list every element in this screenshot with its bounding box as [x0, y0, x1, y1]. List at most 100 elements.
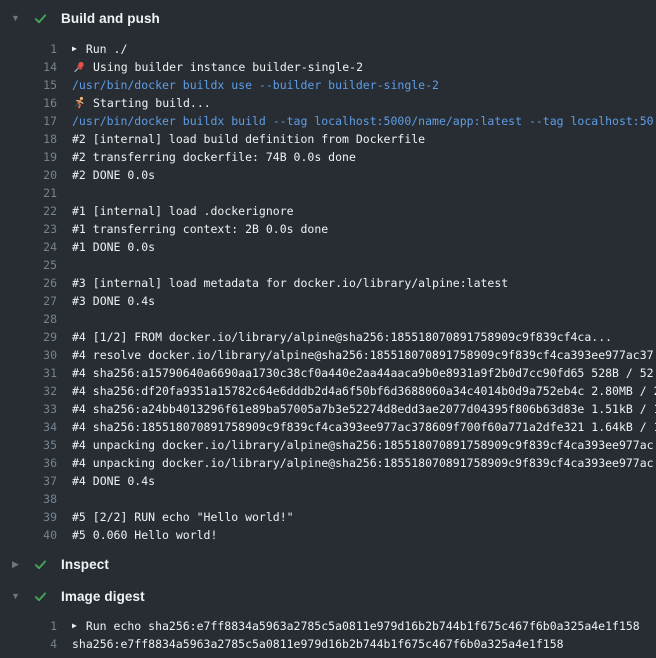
log-line: 23 #1 transferring context: 2B 0.0s done	[0, 220, 656, 238]
line-number[interactable]: 19	[0, 148, 57, 166]
line-number[interactable]: 20	[0, 166, 57, 184]
line-text: ▶ Run ./	[72, 40, 656, 58]
line-number[interactable]: 18	[0, 130, 57, 148]
line-text: #1 transferring context: 2B 0.0s done	[72, 220, 656, 238]
line-number[interactable]: 28	[0, 310, 57, 328]
line-number[interactable]: 32	[0, 382, 57, 400]
line-number[interactable]: 35	[0, 436, 57, 454]
log-line: 26 #3 [internal] load metadata for docker…	[0, 274, 656, 292]
line-text-content: #1 [internal] load .dockerignore	[72, 202, 294, 220]
log-line: 36 #4 unpacking docker.io/library/alpine@…	[0, 454, 656, 472]
line-number[interactable]: 39	[0, 508, 57, 526]
line-number[interactable]: 33	[0, 400, 57, 418]
section-header-inspect[interactable]: ▶Inspect	[0, 548, 656, 580]
line-number[interactable]: 24	[0, 238, 57, 256]
line-text-content: #3 [internal] load metadata for docker.i…	[72, 274, 508, 292]
line-number[interactable]: 1	[0, 40, 57, 58]
line-text-content: Run ./	[86, 40, 128, 58]
line-text-content: #4 unpacking docker.io/library/alpine@sh…	[72, 454, 654, 472]
line-text: #4 resolve docker.io/library/alpine@sha2…	[72, 346, 656, 364]
line-text	[72, 184, 656, 202]
line-number[interactable]: 37	[0, 472, 57, 490]
chevron-down-icon[interactable]: ▼	[8, 592, 23, 601]
line-text: #4 sha256:a24bb4013296f61e89ba57005a7b3e…	[72, 400, 656, 418]
check-success-icon	[33, 11, 48, 26]
line-number[interactable]: 25	[0, 256, 57, 274]
section-header-build-and-push[interactable]: ▼Build and push	[0, 2, 656, 35]
log-lines-build-and-push: 1 ▶ Run ./14Using builder instance builder…	[0, 35, 656, 548]
chevron-right-icon[interactable]: ▶	[8, 560, 23, 569]
log-line: 27 #3 DONE 0.4s	[0, 292, 656, 310]
line-text-content: #4 DONE 0.4s	[72, 472, 155, 490]
log-line: 15/usr/bin/docker buildx use --builder b…	[0, 76, 656, 94]
line-text: #4 unpacking docker.io/library/alpine@sh…	[72, 454, 656, 472]
line-text: sha256:e7ff8834a5963a2785c5a0811e979d16b…	[72, 635, 656, 653]
line-text: #4 sha256:a15790640a6690aa1730c38cf0a440…	[72, 364, 656, 382]
log-line: 35 #4 unpacking docker.io/library/alpine@…	[0, 436, 656, 454]
line-number[interactable]: 40	[0, 526, 57, 544]
runner-icon	[72, 96, 86, 110]
log-line: 40 #5 0.060 Hello world!	[0, 526, 656, 544]
section-header-image-digest[interactable]: ▼Image digest	[0, 580, 656, 612]
log-line: 14Using builder instance builder-single-…	[0, 58, 656, 76]
log-line: 28	[0, 310, 656, 328]
log-line: 39 #5 [2/2] RUN echo "Hello world!"	[0, 508, 656, 526]
log-line: 29 #4 [1/2] FROM docker.io/library/alpine…	[0, 328, 656, 346]
line-text-content: /usr/bin/docker buildx build --tag local…	[72, 112, 654, 130]
line-number[interactable]: 26	[0, 274, 57, 292]
log-line: 37 #4 DONE 0.4s	[0, 472, 656, 490]
line-number[interactable]: 16	[0, 94, 57, 112]
log-line: 24 #1 DONE 0.0s	[0, 238, 656, 256]
expand-group-icon[interactable]: ▶	[72, 45, 77, 53]
line-number[interactable]: 23	[0, 220, 57, 238]
expand-group-icon[interactable]: ▶	[72, 622, 77, 630]
line-text: #2 [internal] load build definition from…	[72, 130, 656, 148]
line-text-content: #4 sha256:a15790640a6690aa1730c38cf0a440…	[72, 364, 654, 382]
line-text-content: #4 sha256:185518070891758909c9f839cf4ca3…	[72, 418, 656, 436]
line-text: #4 DONE 0.4s	[72, 472, 656, 490]
line-number[interactable]: 15	[0, 76, 57, 94]
log-lines-image-digest: 1 ▶Run echo sha256:e7ff8834a5963a2785c5a0…	[0, 612, 656, 657]
log-line: 20 #2 DONE 0.0s	[0, 166, 656, 184]
line-text: #4 sha256:df20fa9351a15782c64e6dddb2d4a6…	[72, 382, 656, 400]
line-text: ▶Run echo sha256:e7ff8834a5963a2785c5a08…	[72, 617, 656, 635]
line-number[interactable]: 29	[0, 328, 57, 346]
chevron-down-icon[interactable]: ▼	[8, 14, 23, 23]
line-number[interactable]: 22	[0, 202, 57, 220]
pushpin-icon	[72, 60, 86, 74]
line-text-content: #1 transferring context: 2B 0.0s done	[72, 220, 328, 238]
line-number[interactable]: 38	[0, 490, 57, 508]
line-text-content: #3 DONE 0.4s	[72, 292, 155, 310]
line-number[interactable]: 14	[0, 58, 57, 76]
line-number[interactable]: 4	[0, 635, 57, 653]
line-number[interactable]: 27	[0, 292, 57, 310]
line-number[interactable]: 17	[0, 112, 57, 130]
line-number[interactable]: 36	[0, 454, 57, 472]
line-text-content: #4 [1/2] FROM docker.io/library/alpine@s…	[72, 328, 612, 346]
line-text-content: #5 [2/2] RUN echo "Hello world!"	[72, 508, 294, 526]
log-line: 31 #4 sha256:a15790640a6690aa1730c38cf0a4…	[0, 364, 656, 382]
line-text: /usr/bin/docker buildx build --tag local…	[72, 112, 656, 130]
line-number[interactable]: 21	[0, 184, 57, 202]
line-text: #3 [internal] load metadata for docker.i…	[72, 274, 656, 292]
log-line: 1 ▶Run echo sha256:e7ff8834a5963a2785c5a0…	[0, 617, 656, 635]
line-text: #2 DONE 0.0s	[72, 166, 656, 184]
line-text	[72, 490, 656, 508]
log-line: 25	[0, 256, 656, 274]
line-text-content: #4 sha256:df20fa9351a15782c64e6dddb2d4a6…	[72, 382, 656, 400]
line-text: #5 [2/2] RUN echo "Hello world!"	[72, 508, 656, 526]
line-text-content: #1 DONE 0.0s	[72, 238, 155, 256]
line-text-content: #5 0.060 Hello world!	[72, 526, 217, 544]
line-text-content: #2 [internal] load build definition from…	[72, 130, 425, 148]
line-number[interactable]: 31	[0, 364, 57, 382]
log-line: 19#2 transferring dockerfile: 74B 0.0s d…	[0, 148, 656, 166]
check-success-icon	[33, 589, 48, 604]
line-number[interactable]: 1	[0, 617, 57, 635]
line-text: #4 sha256:185518070891758909c9f839cf4ca3…	[72, 418, 656, 436]
line-text: #4 unpacking docker.io/library/alpine@sh…	[72, 436, 656, 454]
line-text	[72, 256, 656, 274]
line-text-content: /usr/bin/docker buildx use --builder bui…	[72, 76, 439, 94]
workflow-log-panel: ▼Build and push 1 ▶ Run ./14Using builder i…	[0, 0, 656, 657]
line-number[interactable]: 34	[0, 418, 57, 436]
line-number[interactable]: 30	[0, 346, 57, 364]
